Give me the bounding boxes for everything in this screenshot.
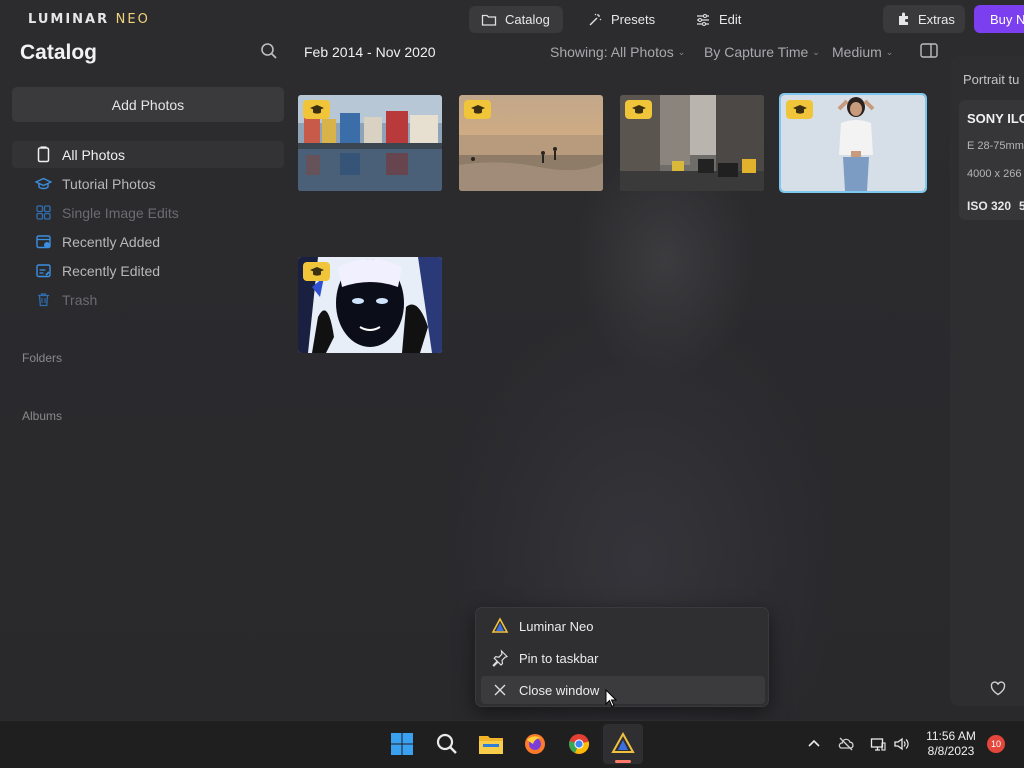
menu-item-luminar-neo[interactable]: Luminar Neo (481, 612, 765, 640)
chevron-up-icon[interactable] (806, 736, 822, 752)
tutorial-badge-icon (786, 100, 813, 119)
tab-presets[interactable]: Presets (575, 6, 667, 33)
calendar-plus-icon (36, 235, 51, 249)
chevron-down-icon: ⌄ (812, 46, 820, 57)
date-range: Feb 2014 - Nov 2020 (304, 44, 436, 60)
buy-button[interactable]: Buy N (974, 5, 1024, 33)
calendar-edit-icon (36, 264, 51, 278)
folders-section-label[interactable]: Folders (22, 351, 62, 365)
puzzle-icon (899, 12, 908, 25)
menu-item-close-window[interactable]: Close window (481, 676, 765, 704)
exif-extra: 5 (1019, 199, 1024, 213)
panel-toggle-icon[interactable] (920, 43, 938, 58)
graduation-cap-icon (35, 177, 52, 190)
lens-info: E 28-75mm (967, 140, 1024, 152)
close-icon (494, 684, 506, 696)
photo-thumbnail-selected[interactable] (779, 93, 927, 193)
trash-icon (38, 293, 49, 307)
app-logo: LUMINAR NEO (28, 12, 150, 27)
windows-start-icon[interactable] (389, 731, 415, 757)
mouse-cursor-icon (605, 689, 617, 708)
albums-section-label[interactable]: Albums (22, 409, 62, 423)
sliders-icon (697, 13, 709, 26)
thumbnail-size-dropdown[interactable]: Medium ⌄ (832, 44, 893, 60)
grid-icon (36, 205, 51, 220)
photo-thumbnail[interactable] (298, 95, 442, 191)
photo-thumbnail[interactable] (459, 95, 603, 191)
tutorial-badge-icon (303, 262, 330, 281)
luminar-neo-taskbar-icon[interactable] (610, 731, 636, 757)
network-icon[interactable] (870, 736, 886, 752)
sidebar-item-recently-added[interactable]: Recently Added (12, 228, 284, 255)
taskbar-context-menu: Luminar Neo Pin to taskbar Close window (475, 607, 769, 707)
heart-icon[interactable] (990, 681, 1006, 696)
photo-thumbnail[interactable] (620, 95, 764, 191)
firefox-icon[interactable] (522, 731, 548, 757)
sidebar-item-single-image-edits[interactable]: Single Image Edits (12, 199, 284, 226)
tutorial-badge-icon (303, 100, 330, 119)
menu-item-pin-to-taskbar[interactable]: Pin to taskbar (481, 644, 765, 672)
phone-icon (37, 146, 50, 163)
top-bar: LUMINAR NEO Catalog Presets Edit Extras … (0, 0, 1024, 38)
page-title: Catalog (20, 41, 98, 64)
sort-dropdown[interactable]: By Capture Time ⌄ (704, 44, 820, 60)
showing-filter-dropdown[interactable]: Showing: All Photos ⌄ (550, 44, 685, 60)
sidebar-item-trash[interactable]: Trash (12, 286, 284, 313)
folder-icon (481, 14, 497, 26)
sidebar-item-all-photos[interactable]: All Photos (12, 141, 284, 168)
search-icon[interactable] (434, 731, 460, 757)
active-app-indicator (615, 760, 631, 763)
photo-thumbnail[interactable] (298, 257, 442, 353)
iso-value: ISO 320 (967, 199, 1012, 213)
chevron-down-icon: ⌄ (677, 46, 686, 57)
onedrive-offline-icon[interactable] (838, 736, 854, 752)
camera-model: SONY ILC (967, 111, 1024, 126)
chrome-icon[interactable] (566, 731, 592, 757)
volume-icon[interactable] (893, 736, 909, 752)
magic-wand-icon (589, 13, 602, 25)
tab-edit[interactable]: Edit (683, 6, 753, 33)
tab-catalog[interactable]: Catalog (469, 6, 563, 33)
file-explorer-icon[interactable] (478, 731, 504, 757)
sidebar-item-recently-edited[interactable]: Recently Edited (12, 257, 284, 284)
tutorial-badge-icon (464, 100, 491, 119)
tutorial-badge-icon (625, 100, 652, 119)
add-photos-button[interactable]: Add Photos (12, 87, 284, 122)
info-panel-title: Portrait tu (963, 72, 1020, 87)
pin-icon (492, 649, 509, 667)
image-dimensions: 4000 x 266 (967, 168, 1022, 180)
chevron-down-icon: ⌄ (885, 46, 894, 57)
search-icon[interactable] (260, 42, 278, 60)
luminar-app-icon (491, 617, 509, 633)
extras-button[interactable]: Extras (883, 5, 965, 33)
notification-count-badge[interactable]: 10 (987, 735, 1005, 753)
system-clock[interactable]: 11:56 AM 8/8/2023 (918, 729, 984, 759)
sidebar-item-tutorial-photos[interactable]: Tutorial Photos (12, 170, 284, 197)
